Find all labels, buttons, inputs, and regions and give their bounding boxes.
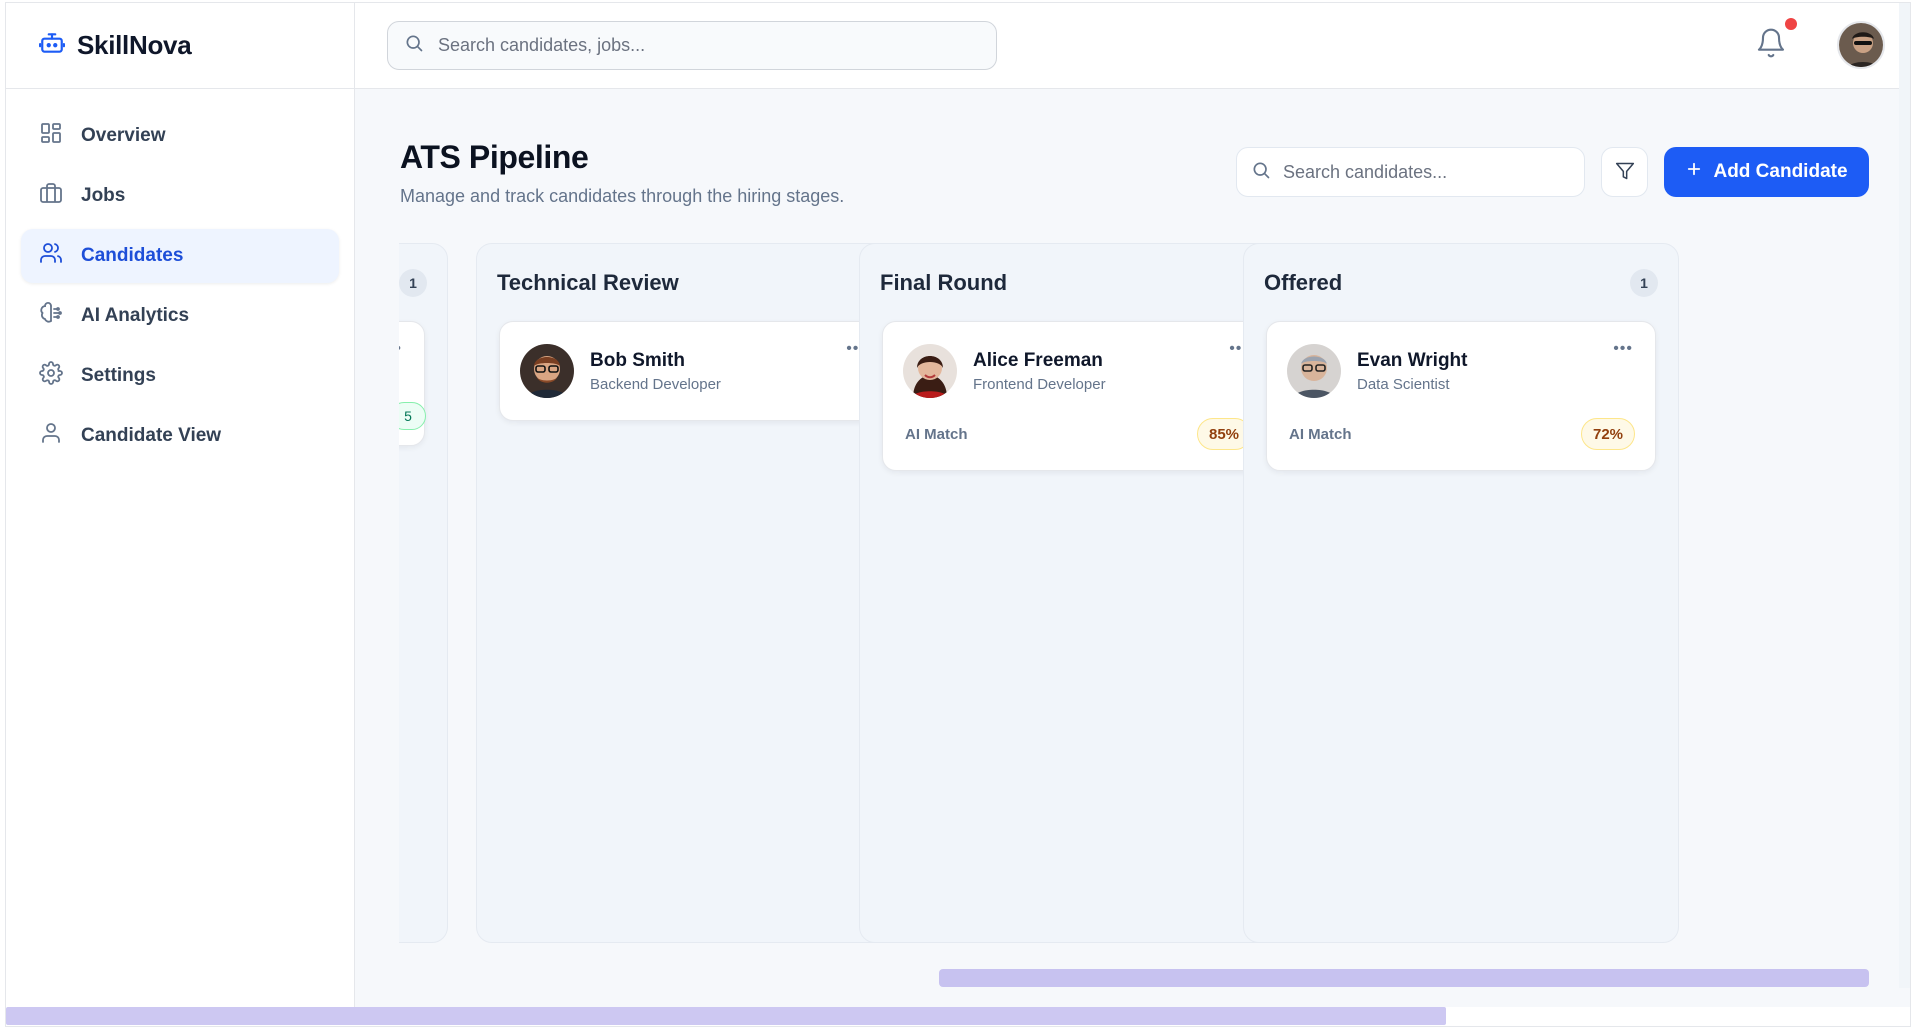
sidebar-item-jobs[interactable]: Jobs bbox=[21, 169, 339, 223]
candidate-name: Evan Wright bbox=[1357, 349, 1468, 371]
sidebar-item-label: Jobs bbox=[81, 185, 126, 206]
page-horizontal-scrollbar[interactable] bbox=[6, 1007, 1446, 1025]
candidate-card[interactable]: Bob Smith Backend Developer ••• bbox=[499, 321, 889, 421]
board-horizontal-scrollbar[interactable] bbox=[939, 969, 1869, 987]
more-options-icon[interactable]: ••• bbox=[399, 341, 402, 357]
gear-icon bbox=[39, 361, 63, 391]
match-badge-partial: 5 bbox=[399, 402, 426, 430]
column-header: 1 bbox=[399, 268, 427, 298]
brain-icon bbox=[39, 301, 63, 331]
sidebar-item-settings[interactable]: Settings bbox=[21, 349, 339, 403]
candidate-card-partial[interactable]: ••• 5 bbox=[399, 321, 426, 446]
column-count: 1 bbox=[1630, 269, 1658, 297]
page-title: ATS Pipeline bbox=[400, 139, 589, 175]
candidate-search-input[interactable] bbox=[1283, 161, 1584, 183]
add-candidate-label: Add Candidate bbox=[1713, 161, 1848, 182]
candidate-search[interactable] bbox=[1236, 147, 1585, 197]
sidebar: SkillNova Overview Jobs Candidates AI An… bbox=[6, 3, 355, 1007]
brand-name: SkillNova bbox=[77, 30, 192, 60]
avatar bbox=[903, 344, 957, 398]
user-icon bbox=[39, 421, 63, 451]
column-header: Final Round 1 bbox=[880, 268, 1274, 298]
notification-dot bbox=[1785, 18, 1797, 30]
plus-icon bbox=[1685, 160, 1703, 184]
ai-match-label: AI Match bbox=[905, 425, 968, 443]
column-title: Final Round bbox=[880, 270, 1008, 295]
pipeline-column-final-round: Final Round 1 Alice Freeman Frontend Dev… bbox=[859, 243, 1295, 943]
sidebar-item-label: Settings bbox=[81, 365, 156, 386]
pipeline-column-partial: 1 ••• 5 bbox=[399, 243, 448, 943]
grid-icon bbox=[39, 121, 63, 151]
brand[interactable]: SkillNova bbox=[6, 3, 354, 89]
topbar bbox=[355, 3, 1910, 89]
candidate-name: Alice Freeman bbox=[973, 349, 1103, 371]
candidate-role: Frontend Developer bbox=[973, 375, 1106, 393]
search-icon bbox=[404, 33, 424, 58]
sidebar-item-ai-analytics[interactable]: AI Analytics bbox=[21, 289, 339, 343]
add-candidate-button[interactable]: Add Candidate bbox=[1664, 147, 1869, 197]
bell-icon[interactable] bbox=[1755, 25, 1789, 63]
sidebar-item-label: AI Analytics bbox=[81, 305, 190, 326]
filter-icon bbox=[1615, 161, 1635, 184]
ai-match-row: AI Match 85% bbox=[883, 418, 1271, 470]
sidebar-item-overview[interactable]: Overview bbox=[21, 109, 339, 163]
pipeline-column-offered: Offered 1 Evan Wright Data Scientist ••• bbox=[1243, 243, 1679, 943]
sidebar-item-candidates[interactable]: Candidates bbox=[21, 229, 339, 283]
sidebar-item-label: Overview bbox=[81, 125, 166, 146]
page-vertical-scrollbar[interactable] bbox=[1899, 3, 1910, 988]
avatar bbox=[520, 344, 574, 398]
candidate-card[interactable]: Alice Freeman Frontend Developer ••• AI … bbox=[882, 321, 1272, 471]
avatar bbox=[1287, 344, 1341, 398]
sidebar-item-label: Candidates bbox=[81, 245, 184, 266]
user-avatar[interactable] bbox=[1837, 21, 1885, 69]
robot-logo-icon bbox=[39, 30, 65, 61]
users-icon bbox=[39, 241, 63, 271]
column-count: 1 bbox=[399, 269, 427, 297]
pipeline-column-technical-review: Technical Review 1 Bob Smith Backend Dev… bbox=[476, 243, 912, 943]
candidate-card[interactable]: Evan Wright Data Scientist ••• AI Match … bbox=[1266, 321, 1656, 471]
ai-match-badge: 72% bbox=[1581, 418, 1635, 450]
column-title: Offered bbox=[1264, 270, 1343, 295]
global-search[interactable] bbox=[387, 21, 997, 70]
main-content: ATS Pipeline Manage and track candidates… bbox=[355, 89, 1910, 1007]
sidebar-nav: Overview Jobs Candidates AI Analytics Se… bbox=[6, 89, 354, 489]
column-header: Technical Review 1 bbox=[497, 268, 891, 298]
global-search-input[interactable] bbox=[438, 35, 996, 56]
candidate-role: Data Scientist bbox=[1357, 375, 1450, 393]
filter-button[interactable] bbox=[1601, 147, 1648, 197]
briefcase-icon bbox=[39, 181, 63, 211]
page-subtitle: Manage and track candidates through the … bbox=[400, 186, 845, 206]
column-header: Offered 1 bbox=[1264, 268, 1658, 298]
candidate-role: Backend Developer bbox=[590, 375, 721, 393]
ai-match-label: AI Match bbox=[1289, 425, 1352, 443]
search-icon bbox=[1251, 160, 1271, 185]
candidate-name: Bob Smith bbox=[590, 349, 685, 371]
sidebar-item-label: Candidate View bbox=[81, 425, 222, 446]
ai-match-row: AI Match 72% bbox=[1267, 418, 1655, 470]
sidebar-item-candidate-view[interactable]: Candidate View bbox=[21, 409, 339, 463]
pipeline-board[interactable]: 1 ••• 5 Technical Review 1 bbox=[399, 243, 1869, 943]
column-title: Technical Review bbox=[497, 270, 679, 295]
more-options-icon[interactable]: ••• bbox=[1613, 341, 1633, 357]
app-window: SkillNova Overview Jobs Candidates AI An… bbox=[5, 2, 1911, 1027]
